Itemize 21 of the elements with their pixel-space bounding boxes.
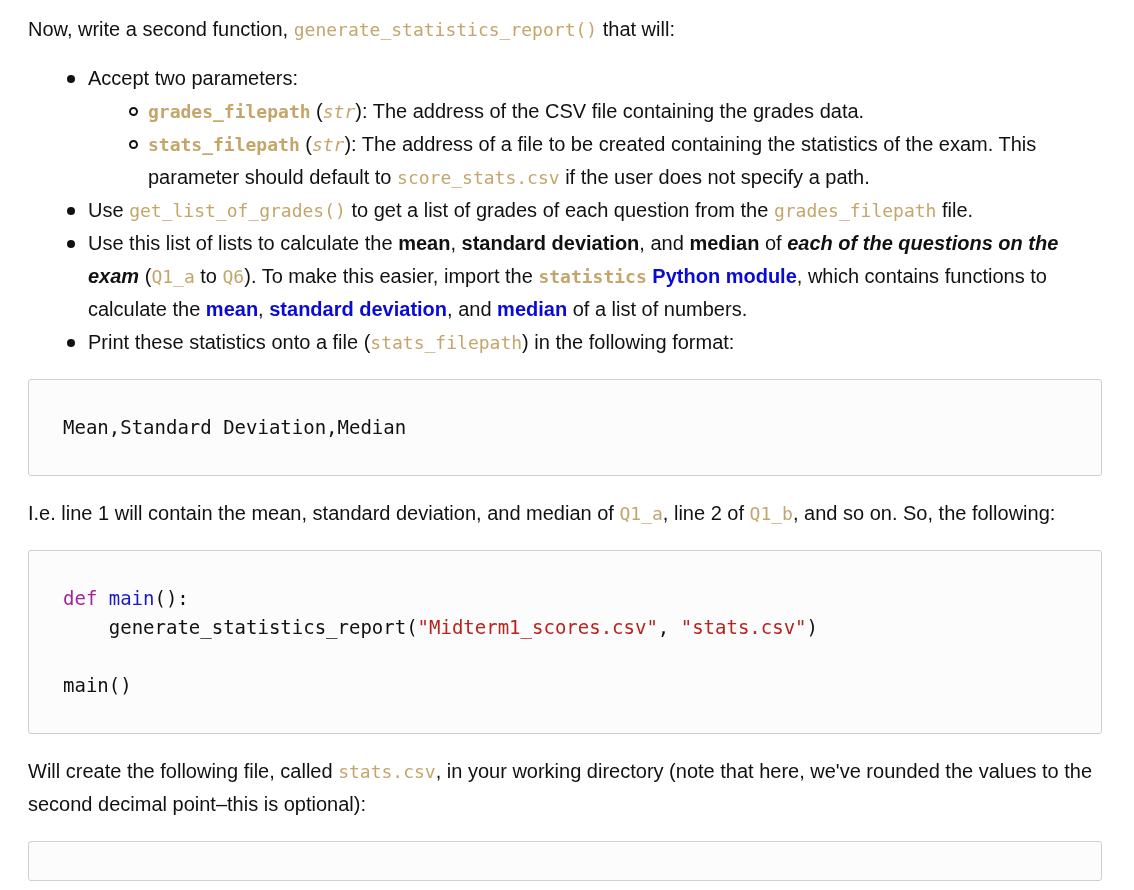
list-item: Accept two parameters: xyxy=(88,66,300,91)
link[interactable]: Python module xyxy=(652,265,797,287)
code-block: def main(): generate_statistics_report("Midterm1_scores.csv", "stats.csv") main() xyxy=(28,550,1102,734)
paragraph: I.e. line 1 will contain the mean, standard deviation, and median of Q1_a, line 2 of Q1_b, and so on. So, the following: xyxy=(28,501,1057,526)
bullet-icon xyxy=(129,107,138,116)
bullet-icon xyxy=(129,140,138,149)
list-item: grades_filepath (str): The address of the CSV file containing the grades data. xyxy=(148,99,866,124)
link[interactable]: standard deviation xyxy=(269,298,448,320)
list-item: Use get_list_of_grades() to get a list of grades of each question from the grades_filepath file. xyxy=(88,198,975,223)
code-block: Mean,Standard Deviation,Median xyxy=(28,379,1102,476)
link[interactable]: mean xyxy=(205,298,259,320)
paragraph: Will create the following file, called stats.csv, in your working directory (note that here, we've rounded the values to the second decimal point–this is optional): xyxy=(28,759,1094,817)
link[interactable]: median xyxy=(497,298,568,320)
list-item: Print these statistics onto a file (stats_filepath) in the following format: xyxy=(88,330,736,355)
paragraph: Now, write a second function, generate_statistics_report() that will: xyxy=(28,17,676,42)
bullet-icon xyxy=(67,240,75,248)
list-item: Use this list of lists to calculate the mean, standard deviation, and median of each of the questions on the exam (Q1_a to Q6). To make this easier, import the statistics Python module, which contains functions to calculate the mean, standard deviation, and median of a list of numbers. xyxy=(88,231,1060,322)
list-item: stats_filepath (str): The address of a file to be created containing the statistics of the exam. This parameter should default to score_stats.csv if the user does not specify a path. xyxy=(148,132,1038,190)
bullet-icon xyxy=(67,75,75,83)
bullet-icon xyxy=(67,207,75,215)
bullet-icon xyxy=(67,339,75,347)
